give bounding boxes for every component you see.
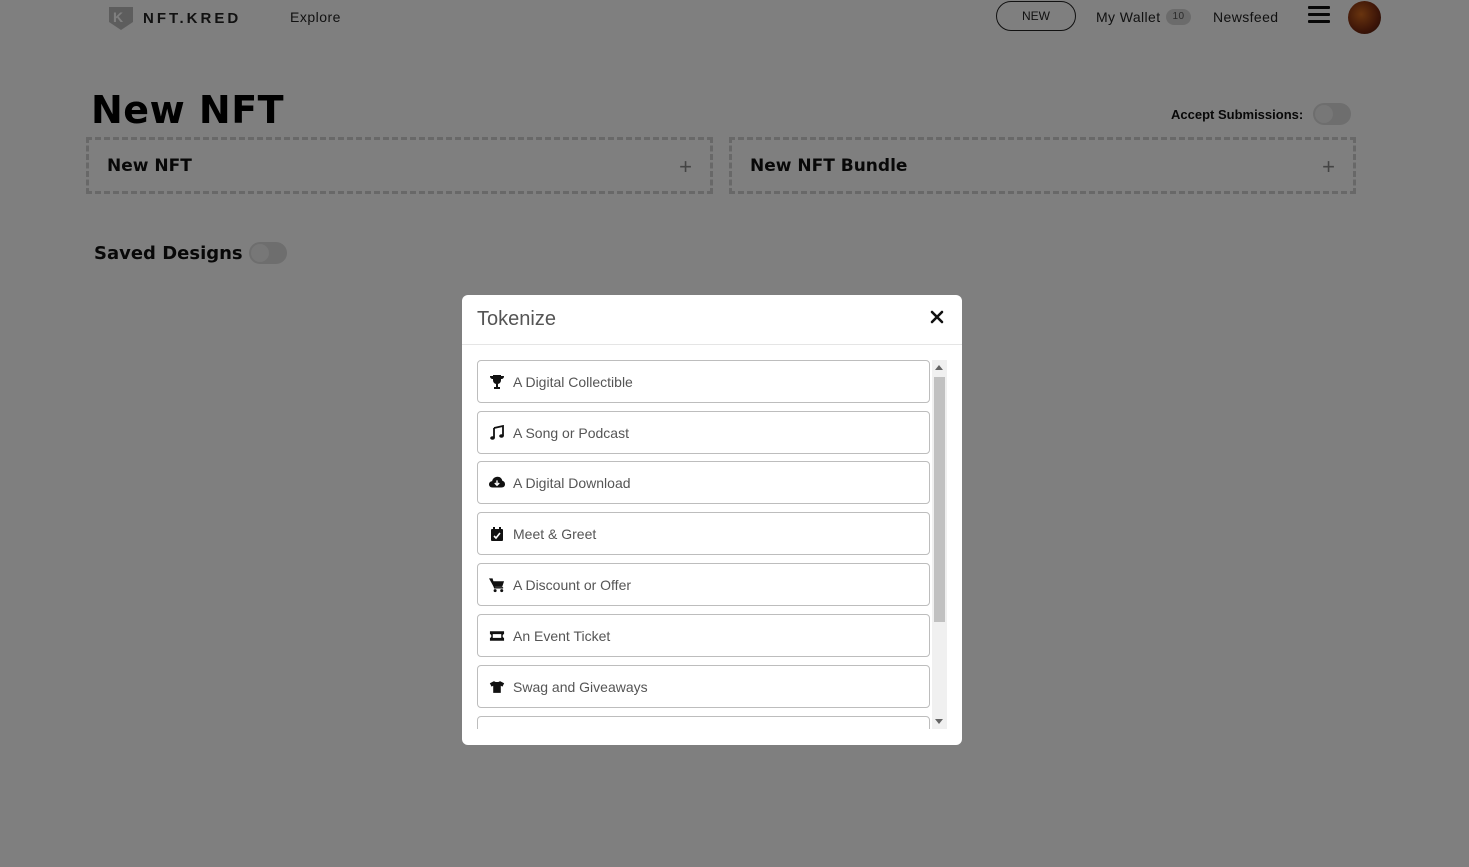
option-digital-collectible[interactable]: A Digital Collectible	[477, 360, 930, 403]
scroll-thumb[interactable]	[934, 377, 945, 622]
calendar-check-icon	[489, 526, 505, 542]
close-icon[interactable]	[930, 310, 944, 324]
option-label: A Digital Collectible	[513, 373, 633, 390]
music-icon	[489, 424, 505, 441]
ticket-icon	[489, 628, 505, 644]
option-label: A Song or Podcast	[513, 424, 629, 441]
cloud-download-icon	[489, 475, 505, 491]
option-discount-offer[interactable]: A Discount or Offer	[477, 563, 930, 606]
scroll-up-arrow-icon[interactable]	[935, 365, 943, 370]
option-partial[interactable]	[477, 716, 930, 729]
trophy-icon	[489, 374, 505, 390]
tokenize-options-list[interactable]: A Digital Collectible A Song or Podcast …	[477, 360, 947, 729]
option-event-ticket[interactable]: An Event Ticket	[477, 614, 930, 657]
scroll-down-arrow-icon[interactable]	[935, 719, 943, 724]
option-swag-giveaways[interactable]: Swag and Giveaways	[477, 665, 930, 708]
cart-icon	[489, 577, 505, 593]
option-digital-download[interactable]: A Digital Download	[477, 461, 930, 504]
modal-title: Tokenize	[477, 308, 556, 330]
option-label: Swag and Giveaways	[513, 678, 648, 695]
option-label: A Digital Download	[513, 474, 631, 491]
option-label: An Event Ticket	[513, 627, 611, 644]
option-label: A Discount or Offer	[513, 576, 632, 593]
modal-header: Tokenize	[462, 295, 962, 345]
option-meet-greet[interactable]: Meet & Greet	[477, 512, 930, 555]
option-song-podcast[interactable]: A Song or Podcast	[477, 411, 930, 454]
tshirt-icon	[489, 679, 505, 695]
options-scrollbar[interactable]	[932, 360, 947, 729]
tokenize-modal: Tokenize A Digital Collectible A Song or…	[462, 295, 962, 745]
option-label: Meet & Greet	[513, 525, 597, 542]
